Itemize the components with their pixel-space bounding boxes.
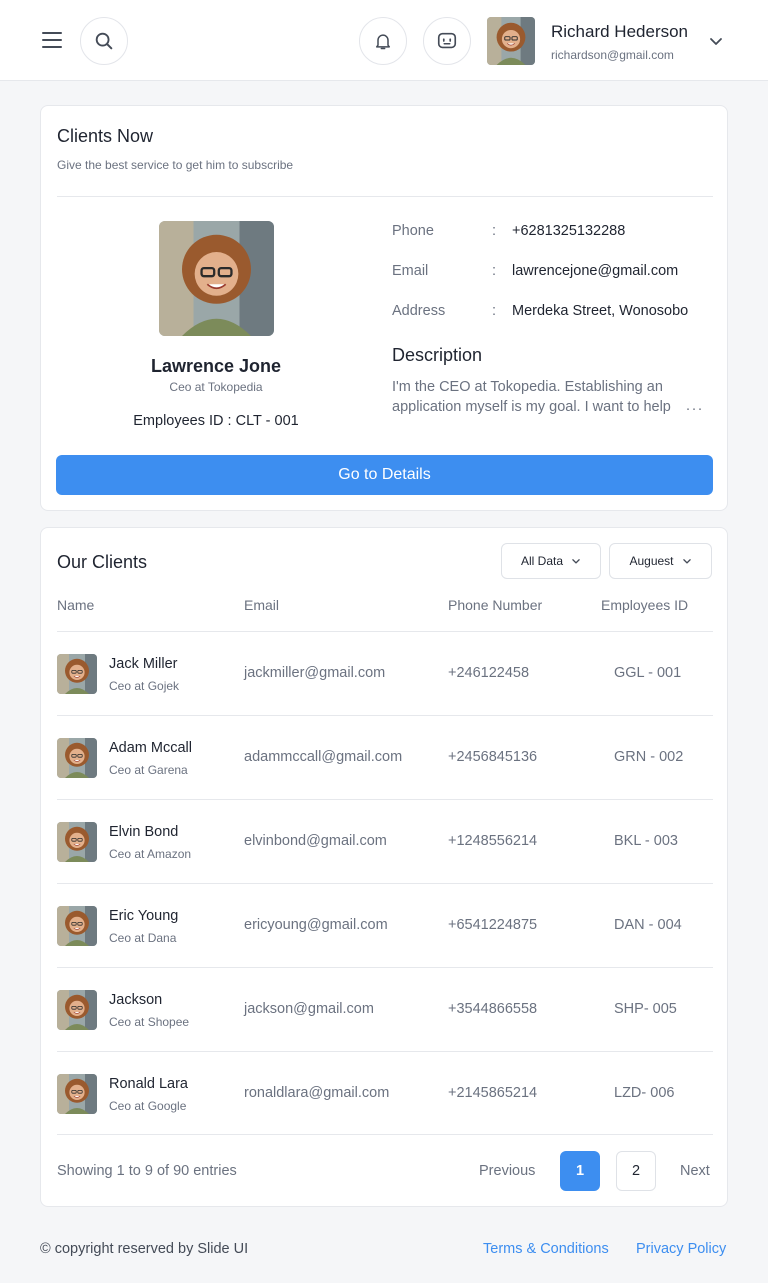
previous-page-button[interactable]: Previous	[479, 1163, 535, 1179]
row-client-phone: +246122458	[448, 665, 530, 681]
phone-label: Phone	[392, 223, 434, 239]
top-bar: Richard Hederson richardson@gmail.com	[0, 0, 768, 81]
user-menu-toggle[interactable]	[706, 31, 726, 51]
table-row[interactable]: Adam Mccall Ceo at Garena adammccall@gma…	[57, 715, 713, 799]
row-client-email: ericyoung@gmail.com	[244, 917, 388, 933]
email-label: Email	[392, 263, 429, 279]
chat-icon	[437, 32, 457, 49]
row-client-id: GGL - 001	[614, 665, 682, 681]
table-row[interactable]: Elvin Bond Ceo at Amazon elvinbond@gmail…	[57, 799, 713, 883]
page-2-button[interactable]: 2	[616, 1151, 656, 1191]
row-client-id: SHP- 005	[614, 1001, 677, 1017]
month-filter-label: Auguest	[629, 554, 674, 568]
row-client-name: Jackson	[109, 992, 163, 1008]
search-icon	[95, 32, 113, 50]
row-client-phone: +6541224875	[448, 917, 538, 933]
client-avatar	[57, 822, 97, 862]
client-role: Ceo at Tokopedia	[169, 380, 263, 394]
row-client-role: Ceo at Shopee	[109, 1015, 190, 1029]
terms-link[interactable]: Terms & Conditions	[483, 1241, 609, 1257]
row-client-role: Ceo at Amazon	[109, 847, 192, 861]
description-more[interactable]: ...	[686, 398, 704, 414]
user-name: Richard Hederson	[551, 22, 689, 41]
description-text: I'm the CEO at Tokopedia. Establishing a…	[392, 379, 671, 415]
privacy-link[interactable]: Privacy Policy	[636, 1241, 726, 1257]
row-client-role: Ceo at Gojek	[109, 679, 180, 693]
row-client-id: GRN - 002	[614, 749, 684, 765]
row-client-phone: +1248556214	[448, 833, 538, 849]
clients-now-title: Clients Now	[57, 126, 154, 146]
page-1-button[interactable]: 1	[560, 1151, 600, 1191]
client-employee-id: Employees ID : CLT - 001	[133, 413, 299, 429]
divider	[57, 196, 713, 197]
address-label: Address	[392, 303, 446, 319]
phone-value: +6281325132288	[512, 223, 626, 239]
clients-now-card: Clients Now Give the best service to get…	[40, 105, 728, 511]
all-data-filter[interactable]: All Data	[501, 543, 601, 579]
table-row[interactable]: Eric Young Ceo at Dana ericyoung@gmail.c…	[57, 883, 713, 967]
row-client-id: LZD- 006	[614, 1085, 675, 1101]
description-title: Description	[392, 345, 483, 365]
clients-now-subtitle: Give the best service to get him to subs…	[57, 158, 294, 172]
row-client-role: Ceo at Dana	[109, 931, 177, 945]
notification-button[interactable]	[359, 17, 407, 65]
message-button[interactable]	[423, 17, 471, 65]
table-row[interactable]: Jackson Ceo at Shopee jackson@gmail.com …	[57, 967, 713, 1051]
row-client-name: Elvin Bond	[109, 824, 179, 840]
row-client-name: Jack Miller	[109, 656, 178, 672]
row-client-email: ronaldlara@gmail.com	[244, 1085, 390, 1101]
chevron-down-icon	[572, 559, 580, 564]
row-client-name: Adam Mccall	[109, 740, 192, 756]
email-colon: :	[492, 263, 497, 279]
table-row[interactable]: Jack Miller Ceo at Gojek jackmiller@gmai…	[57, 631, 713, 715]
column-header-employee-id: Employees ID	[601, 597, 689, 613]
email-value: lawrencejone@gmail.com	[512, 263, 679, 279]
client-avatar	[57, 1074, 97, 1114]
column-header-email: Email	[244, 597, 280, 613]
copyright: © copyright reserved by Slide UI	[40, 1241, 249, 1257]
chevron-down-icon	[682, 559, 691, 564]
address-colon: :	[492, 303, 497, 319]
phone-colon: :	[492, 223, 497, 239]
row-client-name: Ronald Lara	[109, 1076, 188, 1092]
client-avatar	[57, 738, 97, 778]
row-client-phone: +2456845136	[448, 749, 538, 765]
next-page-button[interactable]: Next	[680, 1163, 710, 1179]
row-client-name: Eric Young	[109, 908, 179, 924]
go-to-details-button[interactable]: Go to Details	[56, 455, 713, 495]
user-avatar[interactable]	[487, 17, 535, 65]
row-client-email: adammccall@gmail.com	[244, 749, 403, 765]
table-row[interactable]: Ronald Lara Ceo at Google ronaldlara@gma…	[57, 1051, 713, 1135]
client-avatar	[57, 654, 97, 694]
client-name: Lawrence Jone	[150, 356, 282, 376]
row-client-role: Ceo at Garena	[109, 763, 188, 777]
column-header-phone: Phone Number	[448, 597, 543, 613]
client-avatar	[57, 906, 97, 946]
month-filter[interactable]: Auguest	[609, 543, 712, 579]
user-email: richardson@gmail.com	[551, 48, 674, 62]
our-clients-title: Our Clients	[57, 552, 148, 572]
row-client-id: BKL - 003	[614, 833, 678, 849]
column-header-name: Name	[57, 597, 95, 613]
chevron-down-icon	[710, 38, 722, 45]
row-client-email: jackmiller@gmail.com	[244, 665, 386, 681]
client-avatar	[57, 990, 97, 1030]
entries-summary: Showing 1 to 9 of 90 entries	[57, 1163, 237, 1179]
row-client-email: jackson@gmail.com	[244, 1001, 374, 1017]
all-data-filter-label: All Data	[520, 554, 564, 568]
row-client-role: Ceo at Google	[109, 1099, 187, 1113]
row-client-id: DAN - 004	[614, 917, 682, 933]
client-photo	[159, 221, 274, 336]
row-client-email: elvinbond@gmail.com	[244, 833, 387, 849]
bell-icon	[376, 34, 390, 50]
row-client-phone: +2145865214	[448, 1085, 538, 1101]
search-button[interactable]	[80, 17, 128, 65]
our-clients-card: Our Clients All Data Auguest Name Email …	[40, 527, 728, 1207]
row-client-phone: +3544866558	[448, 1001, 538, 1017]
menu-icon[interactable]	[41, 29, 63, 51]
address-value: Merdeka Street, Wonosobo	[512, 303, 689, 319]
